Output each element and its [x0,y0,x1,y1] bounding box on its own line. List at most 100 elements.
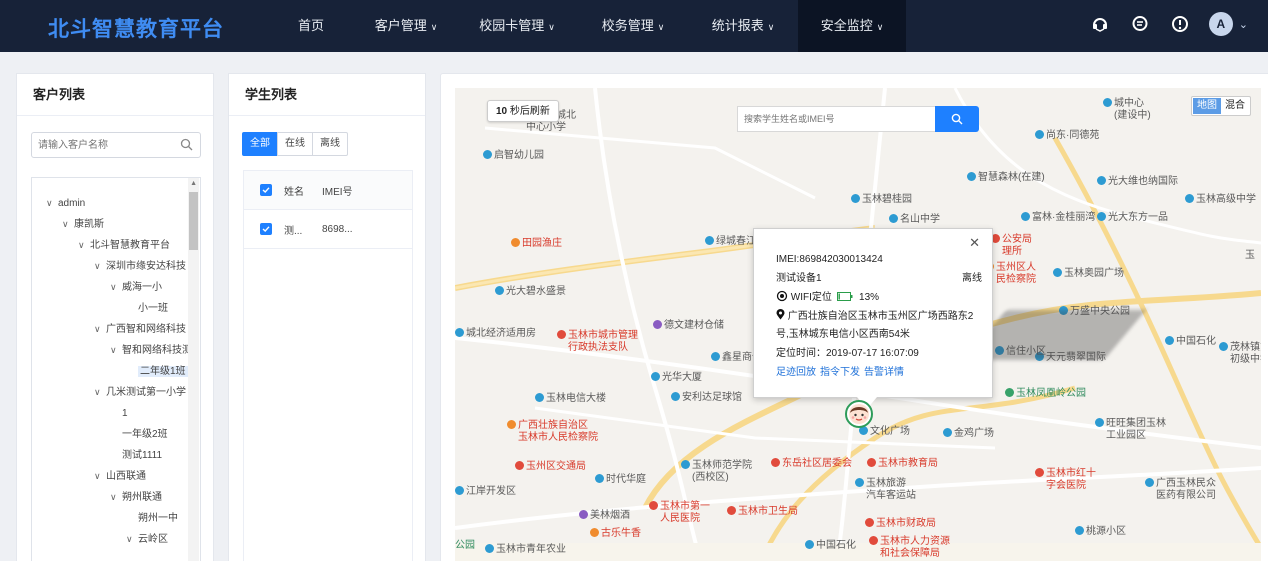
filter-button-1[interactable]: 在线 [277,132,313,156]
table-row[interactable]: 测... 8698... [244,210,412,249]
chevron-down-icon[interactable]: ∨ [94,382,106,403]
map-poi[interactable]: 广西玉林民众 医药有限公司 [1145,478,1216,502]
nav-item-4[interactable]: 统计报表 ∨ [688,0,798,52]
chevron-down-icon[interactable]: ∨ [110,340,122,361]
map-poi[interactable]: 安利达足球馆 [671,392,742,404]
map-poi[interactable]: 玉林市红十 字会医院 [1035,468,1096,492]
nav-item-5[interactable]: 安全监控 ∨ [798,0,906,52]
map-type-0[interactable]: 地图 [1193,98,1221,114]
brand-logo[interactable]: 北斗智慧教育平台 [48,13,224,43]
popup-link-0[interactable]: 足迹回放 [776,367,816,378]
chevron-down-icon[interactable]: ∨ [110,277,122,298]
customer-search-input[interactable] [32,133,172,157]
user-avatar[interactable]: A [1208,12,1233,36]
map-poi[interactable]: 城北经济适用房 [455,328,536,340]
map-poi[interactable]: 古乐牛香 [590,528,641,540]
map-poi[interactable]: 玉林旅游 汽车客运站 [855,478,916,502]
chevron-down-icon[interactable]: ∨ [94,466,106,487]
map-poi[interactable]: 玉林师范学院 (西校区) [681,460,752,484]
map-poi[interactable]: 光大维也纳国际 [1097,176,1178,188]
map-poi[interactable]: 玉林市城市管理 行政执法支队 [557,330,638,354]
tree-node[interactable]: ∨ 几米测试第一小学 [32,382,200,403]
chevron-down-icon[interactable]: ∨ [94,256,106,277]
map-poi[interactable]: 中国石化 [1165,336,1216,348]
map-search-button[interactable] [935,106,979,132]
map-poi[interactable]: 名山中学 [889,214,940,226]
map-poi[interactable]: 公园 [455,540,475,552]
map-poi[interactable]: 东岳社区居委会 [771,458,852,470]
tree-node[interactable]: 朔州一中 [32,508,200,529]
map-canvas[interactable]: 城北区城北中心小学启智幼儿园田园渔庄光大碧水盛景城北经济适用房玉林市城市管理行政… [455,88,1261,561]
nav-item-0[interactable]: 首页 [266,0,356,52]
row-checkbox[interactable] [260,223,272,235]
tree-scrollbar[interactable]: ▲ [188,178,199,561]
tree-node[interactable]: 小一班 [32,298,200,319]
tree-node[interactable]: ∨ 广西智和网络科技 [32,319,200,340]
chevron-down-icon[interactable]: ∨ [78,235,90,256]
popup-link-1[interactable]: 指令下发 [820,367,860,378]
chevron-down-icon[interactable]: ∨ [62,214,74,235]
map-type-1[interactable]: 混合 [1221,98,1249,114]
map-poi[interactable]: 桃源小区 [1075,526,1126,538]
map-poi[interactable]: 玉林凤凰岭公园 [1005,388,1086,400]
scroll-thumb[interactable] [189,192,198,250]
map-poi[interactable]: 玉林高级中学 [1185,194,1256,206]
tree-node[interactable]: 一年级2班 [32,424,200,445]
headset-icon[interactable] [1089,13,1111,35]
map-poi[interactable]: 公安局 理所 [991,234,1032,258]
map-poi[interactable]: 玉林市卫生局 [727,506,798,518]
map-poi[interactable]: 玉林电信大楼 [535,393,606,405]
close-icon[interactable]: ✕ [969,235,980,251]
map-poi[interactable]: 文化广场 [859,426,910,438]
map-poi[interactable]: 玉州区交通局 [515,461,586,473]
nav-item-3[interactable]: 校务管理 ∨ [578,0,688,52]
map-poi[interactable]: 尚东·同德苑 [1035,130,1099,142]
tree-node[interactable]: ∨ admin [32,193,200,214]
nav-item-1[interactable]: 客户管理 ∨ [356,0,456,52]
map-poi[interactable]: 富林·金桂丽湾 [1021,212,1095,224]
map-poi[interactable]: 时代华庭 [595,474,646,486]
map-poi[interactable]: 田园渔庄 [511,238,562,250]
student-marker-icon[interactable] [845,400,873,428]
search-icon[interactable] [180,138,193,154]
map-poi[interactable]: 玉林市财政局 [865,518,936,530]
chevron-down-icon[interactable]: ∨ [126,529,138,550]
map-search-input[interactable] [738,107,934,131]
map-poi[interactable]: 德文建材仓储 [653,320,724,332]
map-poi[interactable]: 光大碧水盛景 [495,286,566,298]
tree-node[interactable]: ∨ 智和网络科技测 [32,340,200,361]
popup-link-2[interactable]: 告警详情 [864,367,904,378]
filter-button-0[interactable]: 全部 [242,132,278,156]
map-poi[interactable]: 玉林市人力资源 和社会保障局 [869,536,950,560]
map-poi[interactable]: 茂林镇第初级中学 [1219,342,1261,366]
map-poi[interactable]: 江岸开发区 [455,486,516,498]
tree-node[interactable]: ∨ 朔州联通 [32,487,200,508]
tree-node[interactable]: ∨ 深圳市缘安达科技 [32,256,200,277]
message-icon[interactable] [1129,13,1151,35]
map-poi[interactable]: 玉林市教育局 [867,458,938,470]
map-poi[interactable]: 光大东方一品 [1097,212,1168,224]
select-all-checkbox[interactable] [260,184,272,196]
tree-node[interactable]: 二年级1班 [32,361,200,382]
map-poi[interactable]: 光华大厦 [651,372,702,384]
map-poi[interactable]: 玉林市第一 人民医院 [649,501,710,525]
tree-node[interactable]: ∨ 北斗智慧教育平台 [32,235,200,256]
scroll-up-icon[interactable]: ▲ [190,180,197,187]
map-poi[interactable]: 城中心 (建设中) [1103,98,1151,122]
tree-node[interactable]: 测试1111 [32,445,200,466]
map-poi[interactable]: 旺旺集团玉林 工业园区 [1095,418,1166,442]
map-poi[interactable]: 广西壮族自治区 玉林市人民检察院 [507,420,598,444]
map-poi[interactable]: 智慧森林(在建) [967,172,1045,184]
map-poi[interactable]: 美林烟酒 [579,510,630,522]
chevron-down-icon[interactable]: ∨ [94,319,106,340]
map-poi[interactable]: 中国石化 [805,540,856,552]
chevron-down-icon[interactable]: ∨ [110,487,122,508]
tree-node[interactable]: ∨ 威海一小 [32,277,200,298]
map-poi[interactable]: 玉林奥园广场 [1053,268,1124,280]
chevron-down-icon[interactable]: ⌄ [1239,18,1248,31]
tree-node[interactable]: ∨ 云岭区 [32,529,200,550]
tree-node[interactable]: 1 [32,403,200,424]
alert-icon[interactable] [1169,13,1191,35]
map-poi[interactable]: 启智幼儿园 [483,150,544,162]
tree-node[interactable]: ∨ 康凯斯 [32,214,200,235]
